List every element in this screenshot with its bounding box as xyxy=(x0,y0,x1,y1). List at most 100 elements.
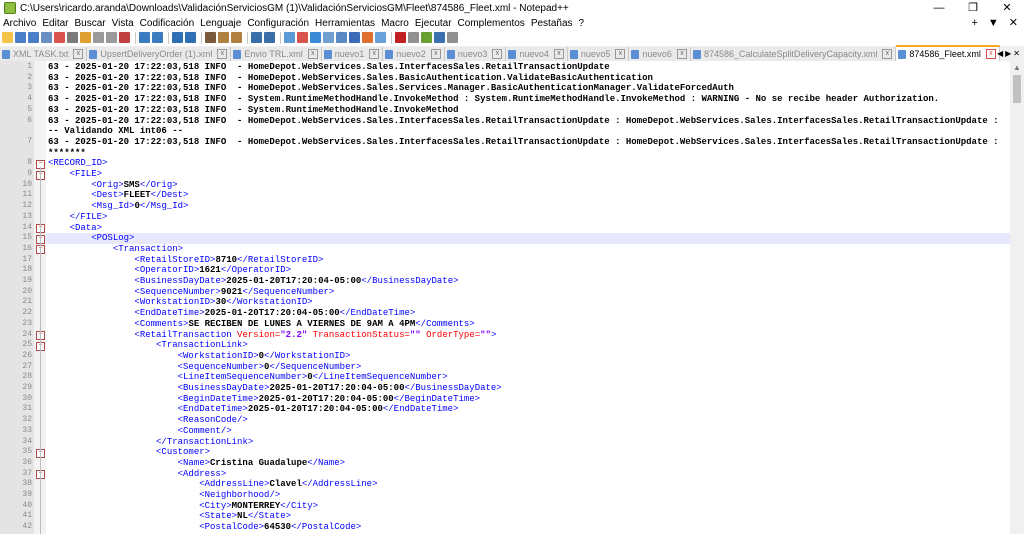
editor-line[interactable]: 14 <Data> xyxy=(0,222,1010,234)
editor-line[interactable]: 29 <BusinessDayDate>2025-01-20T17:20:04-… xyxy=(0,383,1010,394)
document-tab-3[interactable]: nuevo1 x xyxy=(321,47,384,61)
toolbar-button-icon[interactable] xyxy=(54,32,65,43)
document-tab-2[interactable]: Envio TRL.xml x xyxy=(231,47,322,61)
editor-line[interactable]: 42 <PostalCode>64530</PostalCode> xyxy=(0,522,1010,533)
toolbar-button-icon[interactable] xyxy=(264,32,275,43)
toolbar-button-icon[interactable] xyxy=(349,32,360,43)
toolbar-button-icon[interactable] xyxy=(28,32,39,43)
menu-item-11[interactable]: Pestañas xyxy=(528,18,576,29)
document-tab-10[interactable]: 874586_Fleet.xml x xyxy=(896,45,1000,61)
toolbar-button-icon[interactable] xyxy=(15,32,26,43)
editor-line[interactable]: 22 <EndDateTime>2025-01-20T17:20:04-05:0… xyxy=(0,308,1010,319)
toolbar-button-icon[interactable] xyxy=(139,32,150,43)
toolbar-button-icon[interactable] xyxy=(284,32,295,43)
editor-line[interactable]: 33 <Comment/> xyxy=(0,425,1010,437)
toolbar-button-icon[interactable] xyxy=(80,32,91,43)
document-tab-5[interactable]: nuevo3 x xyxy=(444,47,507,61)
editor-line[interactable]: 8 <RECORD_ID> xyxy=(0,158,1010,169)
menu-item-9[interactable]: Ejecutar xyxy=(412,18,455,29)
editor-line[interactable]: 37 <Address> xyxy=(0,468,1010,480)
editor-line[interactable]: 18 <OperatorID>1621</OperatorID> xyxy=(0,265,1010,276)
menu-item-7[interactable]: Herramientas xyxy=(312,18,378,29)
toolbar-button-icon[interactable] xyxy=(375,32,386,43)
editor-line[interactable]: 9 <FILE> xyxy=(0,169,1010,180)
toolbar-button-icon[interactable] xyxy=(310,32,321,43)
editor-line[interactable]: 4 63 - 2025-01-20 17:22:03,518 INFO - Sys… xyxy=(0,94,1010,105)
editor-line[interactable]: 31 <EndDateTime>2025-01-20T17:20:04-05:0… xyxy=(0,404,1010,416)
toolbar-button-icon[interactable] xyxy=(185,32,196,43)
menu-item-3[interactable]: Vista xyxy=(109,18,137,29)
editor-line[interactable]: 6 63 - 2025-01-20 17:22:03,518 INFO - Hom… xyxy=(0,115,1010,127)
menu-right-control-2[interactable]: ✕ xyxy=(1009,16,1018,30)
toolbar-button-icon[interactable] xyxy=(447,32,458,43)
scroll-up-arrow-icon[interactable]: ▲ xyxy=(1013,63,1021,72)
editor-area[interactable]: 1 63 - 2025-01-20 17:22:03,518 INFO - Hom… xyxy=(0,61,1024,534)
menu-right-control-1[interactable]: ▼ xyxy=(988,16,999,30)
minimize-button[interactable]: — xyxy=(922,0,956,16)
editor-line[interactable]: 23 <Comments>SE RECIBEN DE LUNES A VIERN… xyxy=(0,318,1010,330)
menu-item-2[interactable]: Buscar xyxy=(71,18,108,29)
menu-item-8[interactable]: Macro xyxy=(378,18,412,29)
editor-line[interactable]: 25 <TransactionLink> xyxy=(0,340,1010,351)
close-tab-icon[interactable]: x xyxy=(492,49,503,59)
toolbar-button-icon[interactable] xyxy=(395,32,406,43)
menu-item-6[interactable]: Configuración xyxy=(244,18,312,29)
close-tab-icon[interactable]: x xyxy=(73,49,84,59)
toolbar-button-icon[interactable] xyxy=(106,32,117,43)
editor-line[interactable]: 39 <Neighborhood/> xyxy=(0,490,1010,501)
menu-item-4[interactable]: Codificación xyxy=(137,18,197,29)
close-tab-icon[interactable]: x xyxy=(985,49,996,59)
toolbar-button-icon[interactable] xyxy=(336,32,347,43)
editor-line[interactable]: 26 <WorkstationID>0</WorkstationID> xyxy=(0,350,1010,362)
editor-line[interactable]: 17 <RetailStoreID>8710</RetailStoreID> xyxy=(0,254,1010,266)
editor-line[interactable]: 36 <Name>Cristina Guadalupe</Name> xyxy=(0,457,1010,469)
close-tab-icon[interactable]: x xyxy=(676,49,687,59)
close-tab-icon[interactable]: x xyxy=(369,49,380,59)
editor-line[interactable]: -- Validando XML int06 -- xyxy=(0,126,1010,137)
menu-item-0[interactable]: Archivo xyxy=(0,18,39,29)
editor-line[interactable]: 40 <City>MONTERREY</City> xyxy=(0,500,1010,512)
close-tab-icon[interactable]: x xyxy=(615,49,626,59)
editor-line[interactable]: 28 <LineItemSequenceNumber>0</LineItemSe… xyxy=(0,372,1010,383)
toolbar-button-icon[interactable] xyxy=(421,32,432,43)
close-tab-icon[interactable]: x xyxy=(553,49,564,59)
toolbar-button-icon[interactable] xyxy=(119,32,130,43)
toolbar-button-icon[interactable] xyxy=(2,32,13,43)
document-tab-1[interactable]: UpsertDeliveryOrder (1).xml x xyxy=(87,47,232,61)
editor-line[interactable]: 20 <SequenceNumber>9021</SequenceNumber> xyxy=(0,286,1010,298)
editor-line[interactable]: ******* xyxy=(0,148,1010,159)
tab-nav-button-2[interactable]: ✕ xyxy=(1013,49,1020,58)
tab-nav-button-0[interactable]: ◀ xyxy=(997,49,1003,58)
menu-item-5[interactable]: Lenguaje xyxy=(197,18,244,29)
toolbar-button-icon[interactable] xyxy=(152,32,163,43)
editor-line[interactable]: 2 63 - 2025-01-20 17:22:03,518 INFO - Hom… xyxy=(0,72,1010,84)
editor-line[interactable]: 24 <RetailTransaction Version="2.2" Tran… xyxy=(0,329,1010,341)
menu-item-10[interactable]: Complementos xyxy=(455,18,528,29)
toolbar-button-icon[interactable] xyxy=(205,32,216,43)
close-window-button[interactable]: ✕ xyxy=(990,0,1024,16)
editor-line[interactable]: 15 <POSLog> xyxy=(0,233,1010,244)
toolbar-button-icon[interactable] xyxy=(93,32,104,43)
editor-line[interactable]: 41 <State>NL</State> xyxy=(0,511,1010,523)
document-tab-7[interactable]: nuevo5 x xyxy=(567,47,630,61)
toolbar-button-icon[interactable] xyxy=(362,32,373,43)
toolbar-button-icon[interactable] xyxy=(297,32,308,43)
editor-line[interactable]: 38 <AddressLine>Clavel</AddressLine> xyxy=(0,479,1010,490)
editor-line[interactable]: 34 </TransactionLink> xyxy=(0,436,1010,448)
editor-line[interactable]: 13 </FILE> xyxy=(0,211,1010,223)
toolbar-button-icon[interactable] xyxy=(41,32,52,43)
toolbar-button-icon[interactable] xyxy=(172,32,183,43)
toolbar-button-icon[interactable] xyxy=(408,32,419,43)
menu-item-1[interactable]: Editar xyxy=(39,18,71,29)
editor-line[interactable]: 5 63 - 2025-01-20 17:22:03,518 INFO - Sys… xyxy=(0,104,1010,116)
editor-line[interactable]: 10 <Orig>SMS</Orig> xyxy=(0,179,1010,191)
editor-line[interactable]: 7 63 - 2025-01-20 17:22:03,518 INFO - Hom… xyxy=(0,136,1010,148)
toolbar-button-icon[interactable] xyxy=(434,32,445,43)
editor-line[interactable]: 16 <Transaction> xyxy=(0,243,1010,255)
toolbar-button-icon[interactable] xyxy=(218,32,229,43)
editor-line[interactable]: 21 <WorkstationID>30</WorkstationID> xyxy=(0,297,1010,309)
document-tab-4[interactable]: nuevo2 x xyxy=(383,47,445,61)
editor-line[interactable]: 27 <SequenceNumber>0</SequenceNumber> xyxy=(0,361,1010,373)
editor-line[interactable]: 12 <Msg_Id>0</Msg_Id> xyxy=(0,201,1010,212)
editor-line[interactable]: 19 <BusinessDayDate>2025-01-20T17:20:04-… xyxy=(0,276,1010,287)
